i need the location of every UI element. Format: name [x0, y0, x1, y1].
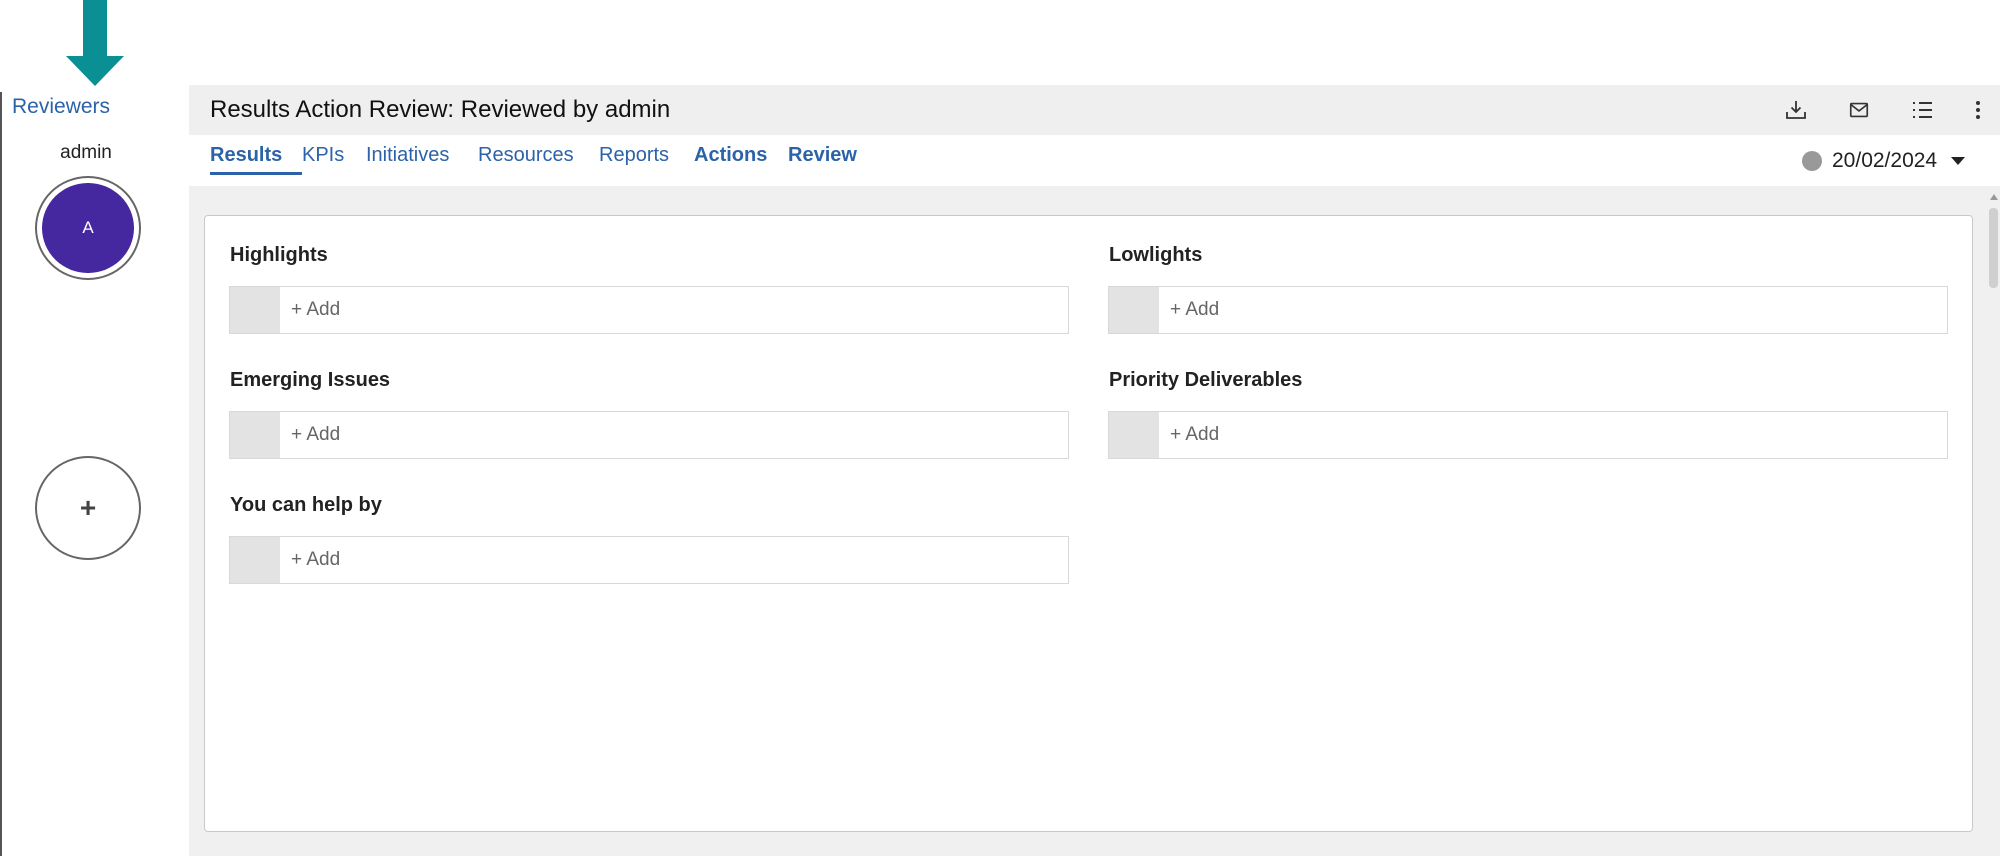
scroll-up-arrow-icon[interactable] — [1990, 194, 1998, 200]
drag-handle — [1109, 287, 1159, 333]
reviewers-link[interactable]: Reviewers — [12, 95, 110, 119]
date-picker[interactable]: 20/02/2024 — [1802, 149, 1966, 173]
section-title-emerging-issues: Emerging Issues — [230, 369, 391, 391]
download-tray-icon[interactable] — [1783, 97, 1809, 123]
callout-arrow-icon — [66, 0, 124, 88]
reviewer-avatar[interactable]: A — [35, 176, 141, 280]
add-label: + Add — [291, 299, 341, 320]
add-priority-deliverable-field[interactable]: + Add — [1108, 411, 1948, 459]
add-label: + Add — [1170, 424, 1220, 445]
caret-down-icon — [1951, 157, 1966, 165]
results-card: Highlights + Add Lowlights + Add Emergin… — [204, 215, 1973, 832]
page-title: Results Action Review: Reviewed by admin — [210, 96, 671, 123]
add-label: + Add — [291, 424, 341, 445]
add-label: + Add — [291, 549, 341, 570]
avatar-initial: A — [42, 183, 134, 273]
add-label: + Add — [1170, 299, 1220, 320]
tab-resources[interactable]: Resources — [478, 144, 574, 167]
reviewer-name: admin — [60, 142, 112, 163]
drag-handle — [230, 537, 280, 583]
section-title-highlights: Highlights — [230, 244, 328, 266]
add-lowlight-field[interactable]: + Add — [1108, 286, 1948, 334]
left-panel-border — [0, 92, 2, 856]
title-bar: Results Action Review: Reviewed by admin — [189, 85, 2000, 135]
drag-handle — [1109, 412, 1159, 458]
tabs-bar: Results KPIs Initiatives Resources Repor… — [189, 135, 2000, 186]
active-tab-indicator — [210, 172, 302, 175]
add-highlight-field[interactable]: + Add — [229, 286, 1069, 334]
tab-reports[interactable]: Reports — [599, 144, 669, 167]
section-title-priority-deliverables: Priority Deliverables — [1109, 369, 1303, 391]
add-help-field[interactable]: + Add — [229, 536, 1069, 584]
more-vertical-icon[interactable] — [1965, 97, 1991, 123]
add-reviewer-button[interactable]: + — [35, 456, 141, 560]
list-icon[interactable] — [1909, 97, 1935, 123]
tab-initiatives[interactable]: Initiatives — [366, 144, 449, 167]
section-title-you-can-help-by: You can help by — [230, 494, 382, 516]
tab-kpis[interactable]: KPIs — [302, 144, 344, 167]
tab-results[interactable]: Results — [210, 144, 282, 167]
vertical-scrollbar[interactable] — [1987, 190, 2000, 856]
scroll-thumb[interactable] — [1989, 208, 1998, 288]
add-emerging-issue-field[interactable]: + Add — [229, 411, 1069, 459]
drag-handle — [230, 412, 280, 458]
status-dot-icon — [1802, 151, 1822, 171]
drag-handle — [230, 287, 280, 333]
date-value: 20/02/2024 — [1832, 149, 1938, 172]
tab-review[interactable]: Review — [788, 144, 857, 167]
tab-actions[interactable]: Actions — [694, 144, 767, 167]
section-title-lowlights: Lowlights — [1109, 244, 1203, 266]
mail-icon[interactable] — [1846, 97, 1872, 123]
